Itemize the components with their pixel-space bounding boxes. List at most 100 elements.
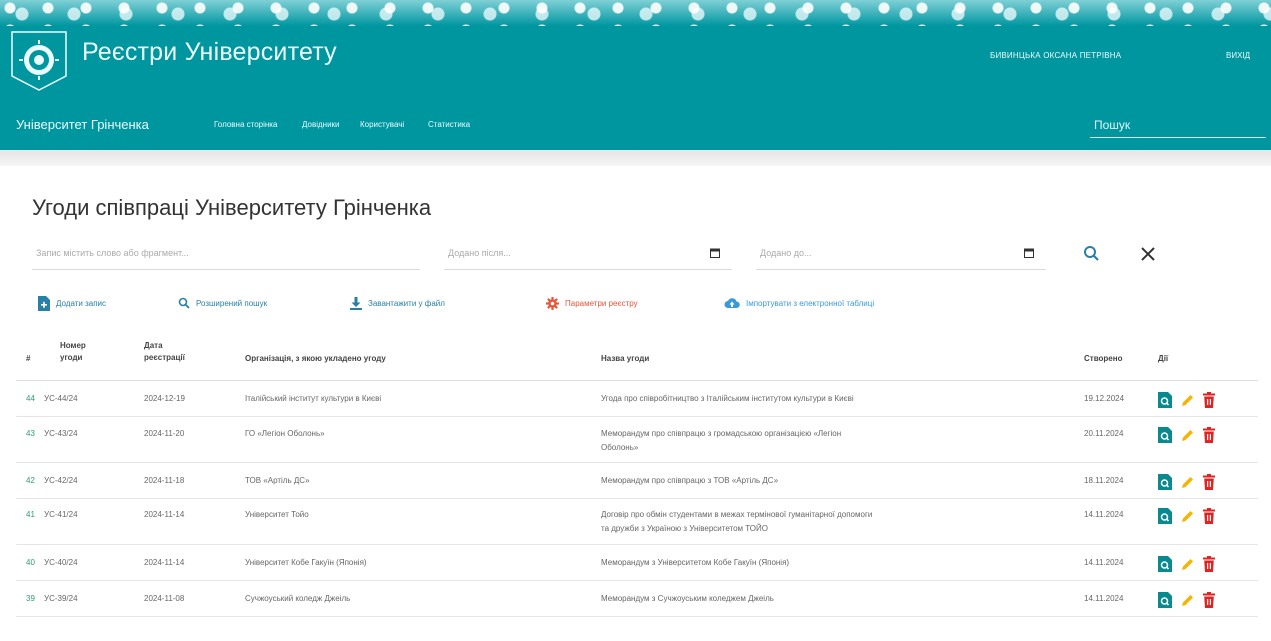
table-row: 41 УС-41/24 2024-11-14 Університет Тойо … bbox=[16, 499, 1258, 545]
view-document-icon[interactable] bbox=[1158, 556, 1172, 572]
row-date: 2024-11-14 bbox=[144, 558, 185, 567]
row-agreement-name: Угода про співробітництво з Італійським … bbox=[601, 392, 854, 406]
column-header-index: # bbox=[26, 354, 31, 363]
row-created: 20.11.2024 bbox=[1084, 429, 1124, 438]
row-created: 18.11.2024 bbox=[1084, 476, 1124, 485]
header-search bbox=[1090, 114, 1266, 138]
row-created: 19.12.2024 bbox=[1084, 394, 1125, 403]
row-number: УС-43/24 bbox=[44, 429, 78, 438]
header-shadow-bar bbox=[0, 150, 1271, 166]
row-agreement-name-line1: Договір про обмін студентами в межах тер… bbox=[601, 510, 873, 519]
row-agreement-name: Договір про обмін студентами в межах тер… bbox=[601, 508, 872, 536]
row-actions bbox=[1158, 474, 1216, 490]
row-number: УС-39/24 bbox=[44, 594, 78, 603]
calendar-icon[interactable] bbox=[1024, 248, 1034, 258]
row-created: 14.11.2024 bbox=[1084, 510, 1124, 519]
close-icon[interactable] bbox=[1138, 244, 1158, 264]
view-document-icon[interactable] bbox=[1158, 592, 1172, 608]
date-from-input[interactable] bbox=[444, 238, 684, 268]
header-snow-decoration bbox=[0, 0, 1271, 26]
row-date: 2024-11-20 bbox=[144, 429, 185, 438]
view-document-icon[interactable] bbox=[1158, 392, 1172, 408]
logout-link[interactable]: ВИХІД bbox=[1226, 51, 1250, 60]
column-header-number-line1: Номер bbox=[60, 341, 86, 350]
nav-brand[interactable]: Університет Грінченка bbox=[16, 117, 149, 132]
page-title: Угоди співпраці Університету Грінченка bbox=[32, 195, 432, 220]
row-agreement-name: Меморандум про співпрацю з ТОВ «Артіль Д… bbox=[601, 474, 778, 488]
edit-pencil-icon[interactable] bbox=[1180, 392, 1194, 408]
registry-settings-label: Параметри реєстру bbox=[565, 298, 638, 308]
search-icon[interactable] bbox=[1082, 244, 1102, 264]
text-filter-input[interactable] bbox=[32, 238, 412, 268]
delete-trash-icon[interactable] bbox=[1202, 392, 1216, 408]
edit-pencil-icon[interactable] bbox=[1180, 508, 1194, 524]
view-document-icon[interactable] bbox=[1158, 474, 1172, 490]
row-actions bbox=[1158, 392, 1216, 408]
import-spreadsheet-label: Імпортувати з електронної таблиці bbox=[746, 298, 875, 308]
import-spreadsheet-button[interactable]: Імпортувати з електронної таблиці bbox=[724, 294, 874, 312]
row-organization: Університет Кобе Гакуїн (Японія) bbox=[245, 558, 367, 567]
delete-trash-icon[interactable] bbox=[1202, 474, 1216, 490]
column-header-date-line2: реєстрації bbox=[144, 353, 185, 362]
add-file-icon bbox=[38, 295, 50, 311]
edit-pencil-icon[interactable] bbox=[1180, 474, 1194, 490]
row-actions bbox=[1158, 508, 1216, 524]
row-index: 42 bbox=[26, 476, 35, 485]
row-created: 14.11.2024 bbox=[1084, 594, 1124, 603]
calendar-icon[interactable] bbox=[710, 248, 720, 258]
row-organization: Італійський інститут культури в Києві bbox=[245, 394, 382, 403]
row-agreement-name-line1: Меморандум про співпрацю з ТОВ «Артіль Д… bbox=[601, 476, 779, 485]
column-header-number-line2: угоди bbox=[60, 353, 83, 362]
row-agreement-name: Меморандум з Університетом Кобе Гакуїн (… bbox=[601, 556, 789, 570]
header-search-input[interactable] bbox=[1090, 114, 1260, 136]
row-organization: ГО «Легіон Оболонь» bbox=[245, 429, 325, 438]
column-header-name[interactable]: Назва угоди bbox=[601, 353, 649, 365]
delete-trash-icon[interactable] bbox=[1202, 427, 1216, 443]
date-to-filter bbox=[756, 238, 1046, 270]
row-organization: Сучжоуський коледж Джеіль bbox=[245, 594, 351, 603]
view-document-icon[interactable] bbox=[1158, 427, 1172, 443]
row-organization: Університет Тойо bbox=[245, 510, 309, 519]
registry-settings-button[interactable]: Параметри реєстру bbox=[546, 294, 638, 312]
add-record-button[interactable]: Додати запис bbox=[38, 294, 106, 312]
row-agreement-name: Меморандум з Сучжоуським коледжем Джеіль bbox=[601, 592, 774, 606]
advanced-search-label: Розширений пошук bbox=[196, 298, 268, 308]
table-header: # Номер угоди Дата реєстрації Організаці… bbox=[16, 333, 1258, 381]
column-header-actions: Дії bbox=[1158, 354, 1169, 363]
row-number: УС-42/24 bbox=[44, 476, 78, 485]
row-agreement-name: Меморандум про співпрацю з громадською о… bbox=[601, 427, 841, 455]
delete-trash-icon[interactable] bbox=[1202, 508, 1216, 524]
row-index: 41 bbox=[26, 510, 35, 519]
row-actions bbox=[1158, 427, 1216, 443]
column-header-date[interactable]: Дата реєстрації bbox=[144, 340, 185, 364]
delete-trash-icon[interactable] bbox=[1202, 556, 1216, 572]
nav-link-statistics[interactable]: Статистика bbox=[428, 120, 470, 129]
row-created: 14.11.2024 bbox=[1084, 558, 1124, 567]
row-actions bbox=[1158, 592, 1216, 608]
advanced-search-button[interactable]: Розширений пошук bbox=[178, 294, 267, 312]
university-logo[interactable] bbox=[8, 28, 70, 94]
edit-pencil-icon[interactable] bbox=[1180, 556, 1194, 572]
row-date: 2024-11-18 bbox=[144, 476, 185, 485]
row-number: УС-40/24 bbox=[44, 558, 78, 567]
column-header-created[interactable]: Створено bbox=[1084, 353, 1122, 365]
delete-trash-icon[interactable] bbox=[1202, 592, 1216, 608]
column-header-organization[interactable]: Організація, з якою укладено угоду bbox=[245, 353, 386, 365]
edit-pencil-icon[interactable] bbox=[1180, 592, 1194, 608]
row-agreement-name-line1: Меморандум з Університетом Кобе Гакуїн (… bbox=[601, 558, 790, 567]
column-header-number[interactable]: Номер угоди bbox=[60, 340, 86, 364]
row-organization: ТОВ «Артіль ДС» bbox=[245, 476, 310, 485]
date-from-filter bbox=[444, 238, 732, 270]
row-date: 2024-11-08 bbox=[144, 594, 185, 603]
row-number: УС-44/24 bbox=[44, 394, 78, 403]
download-file-button[interactable]: Завантажити у файл bbox=[350, 294, 445, 312]
nav-link-users[interactable]: Користувачі bbox=[360, 120, 404, 129]
view-document-icon[interactable] bbox=[1158, 508, 1172, 524]
edit-pencil-icon[interactable] bbox=[1180, 427, 1194, 443]
app-title[interactable]: Реєстри Університету bbox=[82, 38, 337, 67]
date-to-input[interactable] bbox=[756, 238, 996, 268]
nav-link-home[interactable]: Головна сторінка bbox=[214, 120, 277, 129]
cloud-upload-icon bbox=[724, 298, 740, 308]
nav-link-references[interactable]: Довідники bbox=[302, 120, 340, 129]
user-name-link[interactable]: БИВИНЦЬКА ОКСАНА ПЕТРІВНА bbox=[990, 51, 1121, 60]
